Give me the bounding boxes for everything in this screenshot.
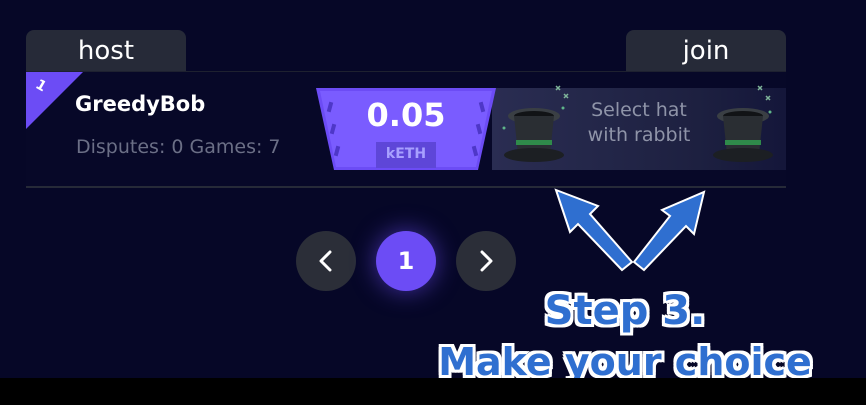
bet-value: 0.05 bbox=[366, 96, 446, 134]
bet-unit: kETH bbox=[385, 146, 427, 162]
player-stats: Disputes: 0 Games: 7 bbox=[76, 136, 281, 158]
annotation-arrows bbox=[554, 188, 706, 272]
tab-host[interactable]: host bbox=[26, 30, 186, 72]
bet-badge: 0.05 kETH bbox=[316, 88, 496, 170]
pagination-next-button[interactable] bbox=[456, 231, 516, 291]
annotation-step: Step 3. bbox=[544, 288, 706, 334]
top-hat-icon[interactable] bbox=[708, 102, 778, 172]
chevron-left-icon bbox=[319, 250, 332, 272]
player-name: GreedyBob bbox=[75, 92, 206, 116]
chevron-right-icon bbox=[480, 250, 493, 272]
sparkle-icon bbox=[757, 85, 771, 101]
pagination-prev-button[interactable] bbox=[296, 231, 356, 291]
sparkle-icon bbox=[555, 85, 569, 99]
tab-join[interactable]: join bbox=[626, 30, 786, 72]
top-hat-icon[interactable] bbox=[499, 102, 569, 172]
game-row: 1 GreedyBob Disputes: 0 Games: 7 0.05 kE… bbox=[26, 71, 786, 188]
pagination-current-page[interactable]: 1 bbox=[376, 231, 436, 291]
bottom-bar bbox=[0, 378, 866, 405]
hat-prompt-text: Select hat with rabbit bbox=[587, 99, 691, 146]
